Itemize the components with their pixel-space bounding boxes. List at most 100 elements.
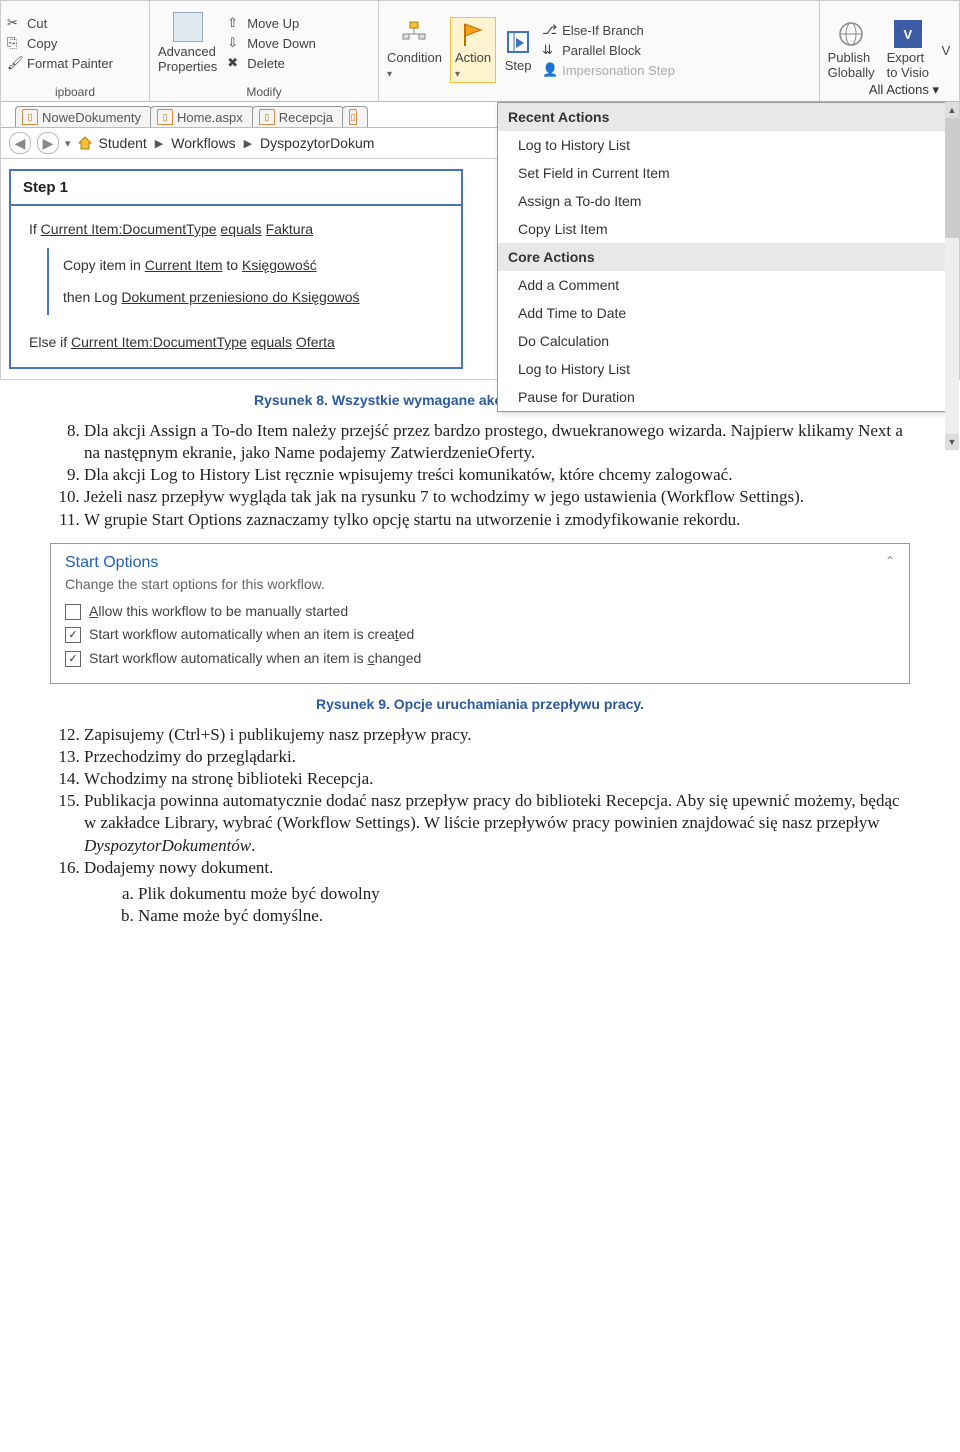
checkbox-checked-icon[interactable] xyxy=(65,627,81,643)
cut-button[interactable]: ✂Cut xyxy=(5,14,115,32)
chevron-down-icon: ▾ xyxy=(455,69,460,80)
step-12: Zapisujemy (Ctrl+S) i publikujemy nasz p… xyxy=(84,724,910,746)
export-to-visio-button[interactable]: V Exportto Visio xyxy=(883,18,933,82)
start-options-screenshot: Start Options ⌃ Change the start options… xyxy=(50,543,910,684)
actions-dropdown-panel: Recent Actions Log to History List Set F… xyxy=(497,102,949,412)
action-set-field[interactable]: Set Field in Current Item xyxy=(498,159,948,187)
dropdown-heading-core: Core Actions xyxy=(498,243,948,271)
action-log-to-history-2[interactable]: Log to History List xyxy=(498,355,948,383)
instruction-list-1: Dla akcji Assign a To-do Item należy prz… xyxy=(0,420,960,530)
branch-small-icon: ⎇ xyxy=(542,22,558,38)
advanced-properties-button[interactable]: AdvancedProperties xyxy=(154,10,221,76)
crumb-current: DyspozytorDokum xyxy=(260,135,374,151)
home-icon[interactable] xyxy=(77,135,93,151)
crumb-workflows[interactable]: Workflows xyxy=(171,135,235,151)
collapse-icon[interactable]: ⌃ xyxy=(885,554,895,572)
tab-recepcja[interactable]: ▯Recepcja xyxy=(252,106,344,127)
action-add-comment[interactable]: Add a Comment xyxy=(498,271,948,299)
branch-icon xyxy=(400,20,428,48)
step-8: Dla akcji Assign a To-do Item należy prz… xyxy=(84,420,910,464)
tab-nowedokumenty[interactable]: ▯NoweDokumenty xyxy=(15,106,152,127)
action-pause-for-duration[interactable]: Pause for Duration xyxy=(498,383,948,411)
step-13: Przechodzimy do przeglądarki. xyxy=(84,746,910,768)
action-assign-todo[interactable]: Assign a To-do Item xyxy=(498,187,948,215)
condition-line[interactable]: If Current Item:DocumentType equals Fakt… xyxy=(29,218,443,242)
scroll-thumb[interactable] xyxy=(945,118,959,238)
brush-icon: 🖌 xyxy=(7,55,23,71)
dropdown-scrollbar[interactable]: ▲ ▼ xyxy=(945,102,959,450)
checkbox-checked-icon[interactable] xyxy=(65,651,81,667)
step-9: Dla akcji Log to History List ręcznie wp… xyxy=(84,464,910,486)
step-14: Wchodzimy na stronę biblioteki Recepcja. xyxy=(84,768,910,790)
delete-button[interactable]: ✖Delete xyxy=(225,54,318,72)
delete-icon: ✖ xyxy=(227,55,243,71)
chevron-down-icon: ▾ xyxy=(932,82,939,97)
step-10: Jeżeli nasz przepływ wygląda tak jak na … xyxy=(84,486,910,508)
chevron-right-icon: ▶ xyxy=(155,137,163,150)
option-manual-start[interactable]: Allow this workflow to be manually start… xyxy=(65,600,895,624)
parallel-icon: ⇊ xyxy=(542,42,558,58)
action-log-line[interactable]: then Log Dokument przeniesiono do Księgo… xyxy=(63,286,443,310)
figure-9-caption: Rysunek 9. Opcje uruchamiania przepływu … xyxy=(40,696,920,712)
all-actions-dropdown[interactable]: All Actions ▾ xyxy=(869,82,939,98)
action-button[interactable]: Action▾ xyxy=(450,17,496,83)
nav-forward-button[interactable]: ▶ xyxy=(37,132,59,154)
else-if-line[interactable]: Else if Current Item:DocumentType equals… xyxy=(29,331,443,355)
option-auto-created[interactable]: Start workflow automatically when an ite… xyxy=(65,623,895,647)
arrow-up-icon: ⇧ xyxy=(227,15,243,31)
chevron-down-icon: ▾ xyxy=(387,69,392,80)
scroll-up-icon[interactable]: ▲ xyxy=(945,102,959,118)
crumb-student[interactable]: Student xyxy=(99,135,147,151)
format-painter-button[interactable]: 🖌Format Painter xyxy=(5,54,115,72)
flag-icon xyxy=(459,20,487,48)
tab-icon: ▯ xyxy=(259,109,275,125)
move-down-button[interactable]: ⇩Move Down xyxy=(225,34,318,52)
step-16b: Name może być domyślne. xyxy=(138,905,910,927)
start-options-title: Start Options xyxy=(65,554,158,572)
workflow-step: Step 1 If Current Item:DocumentType equa… xyxy=(9,169,463,369)
nav-back-button[interactable]: ◀ xyxy=(9,132,31,154)
action-copy-line[interactable]: Copy item in Current Item to Księgowość xyxy=(63,254,443,278)
chevron-down-icon[interactable]: ▾ xyxy=(65,137,71,150)
person-key-icon: 👤 xyxy=(542,62,558,78)
scissors-icon: ✂ xyxy=(7,15,23,31)
publish-globally-button[interactable]: PublishGlobally xyxy=(824,18,879,82)
tab-cutoff: ▯ xyxy=(342,106,368,127)
step-button[interactable]: Step xyxy=(500,26,536,75)
action-add-time-to-date[interactable]: Add Time to Date xyxy=(498,299,948,327)
tab-icon: ▯ xyxy=(349,109,357,125)
option-auto-changed[interactable]: Start workflow automatically when an ite… xyxy=(65,647,895,671)
step-title: Step 1 xyxy=(11,171,461,206)
tab-icon: ▯ xyxy=(157,109,173,125)
chevron-right-icon: ▶ xyxy=(244,137,252,150)
parallel-block-button[interactable]: ⇊Parallel Block xyxy=(540,41,677,59)
scroll-down-icon[interactable]: ▼ xyxy=(945,434,959,450)
ribbon-cutoff: V xyxy=(937,41,955,60)
checkbox-unchecked-icon[interactable] xyxy=(65,604,81,620)
start-options-subtitle: Change the start options for this workfl… xyxy=(51,576,909,600)
ribbon: ✂Cut ⎘Copy 🖌Format Painter ipboard Advan… xyxy=(1,1,959,102)
step-16a: Plik dokumentu może być dowolny xyxy=(138,883,910,905)
properties-icon xyxy=(173,12,203,42)
globe-icon xyxy=(837,20,865,48)
sharepoint-designer-screenshot: ✂Cut ⎘Copy 🖌Format Painter ipboard Advan… xyxy=(0,0,960,380)
modify-group-label: Modify xyxy=(154,85,374,99)
step-icon xyxy=(504,28,532,56)
action-do-calculation[interactable]: Do Calculation xyxy=(498,327,948,355)
else-if-branch-button[interactable]: ⎇Else-If Branch xyxy=(540,21,677,39)
action-copy-list-item[interactable]: Copy List Item xyxy=(498,215,948,243)
clipboard-group-label: ipboard xyxy=(5,85,145,99)
move-up-button[interactable]: ⇧Move Up xyxy=(225,14,318,32)
action-log-to-history[interactable]: Log to History List xyxy=(498,131,948,159)
instruction-list-2: Zapisujemy (Ctrl+S) i publikujemy nasz p… xyxy=(0,724,960,927)
copy-icon: ⎘ xyxy=(7,35,23,51)
impersonation-step-button[interactable]: 👤Impersonation Step xyxy=(540,61,677,79)
dropdown-heading-recent: Recent Actions xyxy=(498,103,948,131)
step-16: Dodajemy nowy dokument. Plik dokumentu m… xyxy=(84,857,910,927)
copy-button[interactable]: ⎘Copy xyxy=(5,34,115,52)
condition-button[interactable]: Condition▾ xyxy=(383,18,446,82)
arrow-down-icon: ⇩ xyxy=(227,35,243,51)
tab-home-aspx[interactable]: ▯Home.aspx xyxy=(150,106,254,127)
visio-icon: V xyxy=(894,20,922,48)
step-15: Publikacja powinna automatycznie dodać n… xyxy=(84,790,910,856)
